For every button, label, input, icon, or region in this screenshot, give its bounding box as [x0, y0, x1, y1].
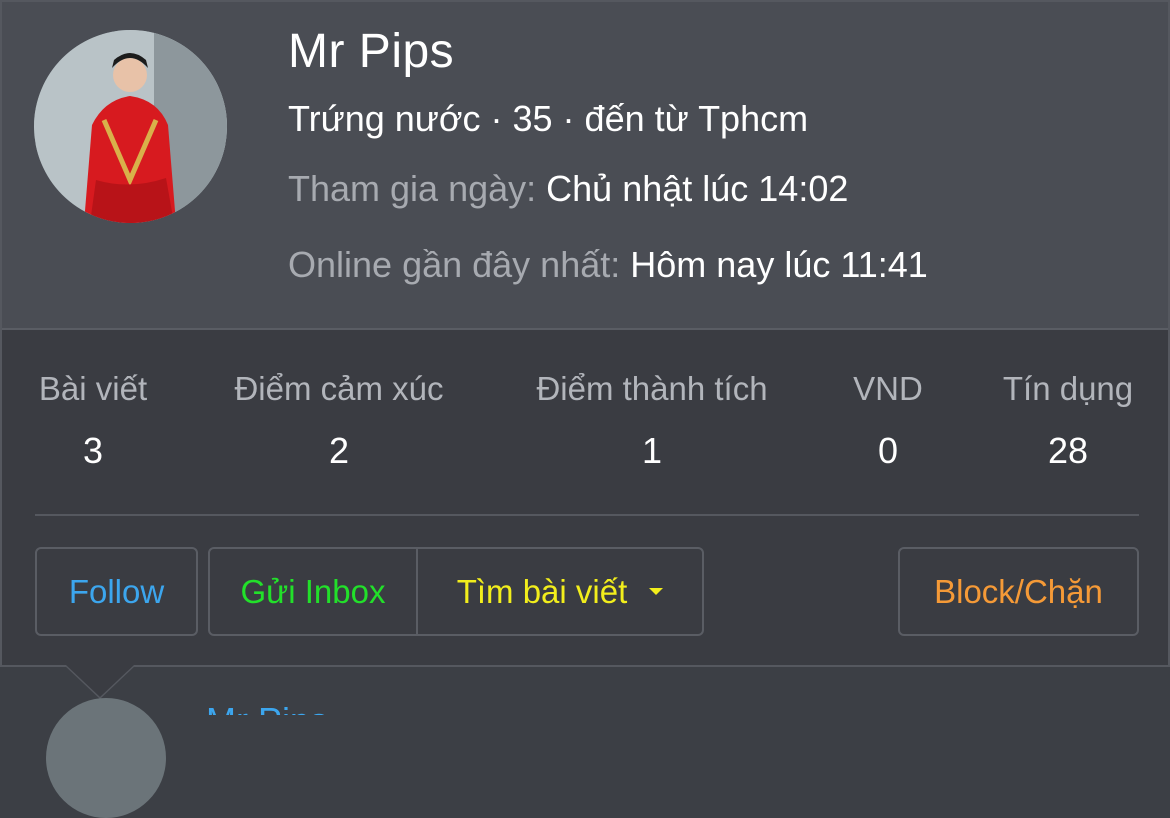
stat-vnd: VND 0: [853, 370, 923, 472]
profile-name[interactable]: Mr Pips: [288, 24, 454, 79]
avatar-image: [34, 30, 227, 223]
stat-value: 28: [1047, 430, 1089, 471]
joined-label: Tham gia ngày:: [288, 168, 537, 209]
joined-info: Tham gia ngày: Chủ nhật lúc 14:02: [288, 168, 848, 210]
stat-value: 3: [82, 430, 104, 471]
stat-value: 2: [328, 430, 350, 471]
send-inbox-button[interactable]: Gửi Inbox: [210, 549, 418, 634]
online-value: Hôm nay lúc 11:41: [630, 244, 928, 285]
find-posts-label: Tìm bài viết: [456, 572, 628, 610]
follow-button[interactable]: Follow: [35, 547, 198, 636]
joined-value: Chủ nhật lúc 14:02: [546, 168, 849, 209]
stat-label: Điểm cảm xúc: [234, 370, 444, 407]
underlying-username[interactable]: Mr Pips: [206, 700, 328, 715]
stat-label: Điểm thành tích: [536, 370, 768, 407]
stat-value: 0: [877, 430, 899, 471]
caret-down-icon: [649, 588, 664, 595]
stat-posts[interactable]: Bài viết 3: [39, 370, 147, 472]
profile-header: Mr Pips Trứng nước · 35 · đến từ Tphcm T…: [2, 2, 1168, 330]
stat-value: 1: [641, 430, 663, 471]
stat-credit: Tín dụng 28: [1003, 370, 1133, 472]
online-label: Online gần đây nhất:: [288, 244, 621, 285]
member-tooltip-card: Mr Pips Trứng nước · 35 · đến từ Tphcm T…: [0, 0, 1170, 667]
stat-trophy-points[interactable]: Điểm thành tích 1: [536, 370, 767, 472]
find-posts-dropdown[interactable]: Tìm bài viết: [418, 549, 702, 634]
profile-subtitle: Trứng nước · 35 · đến từ Tphcm: [288, 98, 809, 139]
online-info: Online gần đây nhất: Hôm nay lúc 11:41: [288, 244, 928, 286]
stat-label: VND: [853, 370, 923, 407]
underlying-avatar[interactable]: [46, 698, 166, 818]
stat-label: Bài viết: [38, 370, 148, 407]
action-button-group: Gửi Inbox Tìm bài viết: [208, 547, 704, 636]
divider: [35, 514, 1139, 516]
tooltip-arrow: [66, 665, 134, 697]
stat-label: Tín dụng: [1002, 370, 1134, 407]
stat-reactions[interactable]: Điểm cảm xúc 2: [234, 370, 443, 472]
stats-row: Bài viết 3 Điểm cảm xúc 2 Điểm thành tíc…: [2, 370, 1168, 480]
avatar[interactable]: [34, 30, 227, 223]
block-button[interactable]: Block/Chặn: [898, 547, 1139, 636]
